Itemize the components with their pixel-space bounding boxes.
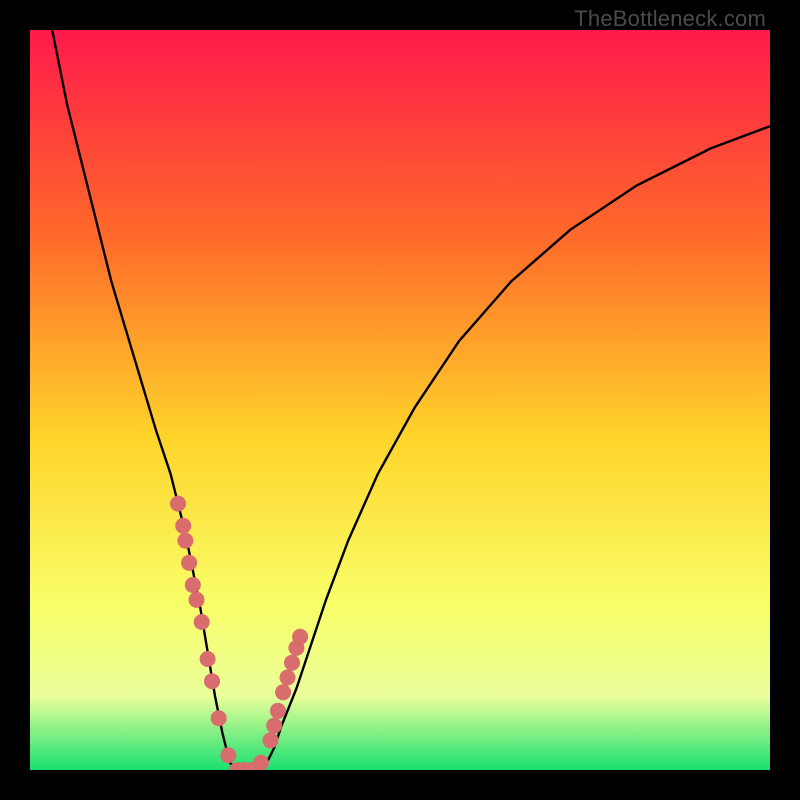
marker-point: [175, 518, 191, 534]
marker-point: [177, 533, 193, 549]
gradient-background: [30, 30, 770, 770]
marker-point: [200, 651, 216, 667]
marker-point: [204, 673, 220, 689]
chart-svg: [30, 30, 770, 770]
marker-point: [220, 747, 236, 763]
marker-point: [170, 496, 186, 512]
marker-point: [263, 732, 279, 748]
marker-point: [284, 655, 300, 671]
marker-point: [280, 670, 296, 686]
marker-point: [266, 718, 282, 734]
watermark-text: TheBottleneck.com: [574, 6, 766, 32]
marker-point: [185, 577, 201, 593]
marker-point: [194, 614, 210, 630]
marker-point: [292, 629, 308, 645]
marker-point: [270, 703, 286, 719]
outer-frame: TheBottleneck.com: [0, 0, 800, 800]
marker-point: [275, 684, 291, 700]
marker-point: [253, 755, 269, 770]
marker-point: [181, 555, 197, 571]
plot-area: [30, 30, 770, 770]
marker-point: [189, 592, 205, 608]
marker-point: [211, 710, 227, 726]
